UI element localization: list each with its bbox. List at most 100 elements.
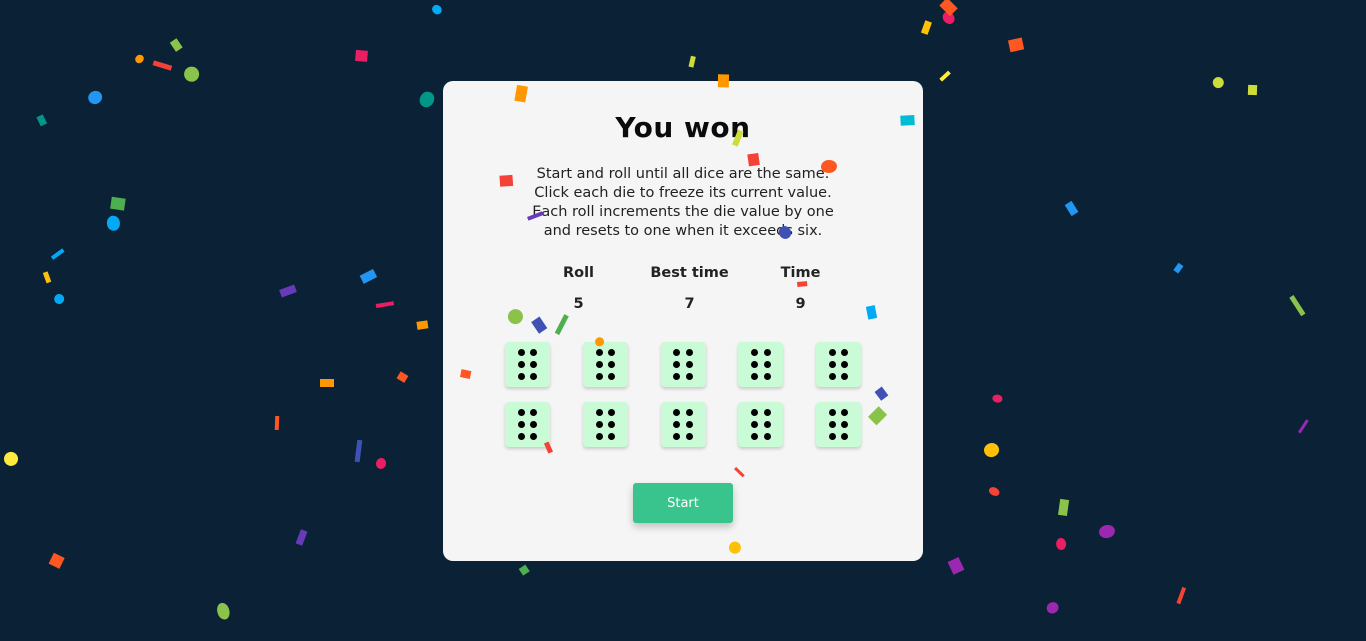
die-pip <box>595 372 603 380</box>
game-card: You won Start and roll until all dice ar… <box>443 81 923 561</box>
die-pip <box>608 349 615 357</box>
die-pip <box>608 372 615 380</box>
die-pip <box>763 432 771 440</box>
die-9[interactable] <box>738 402 784 447</box>
die-pip <box>751 420 758 428</box>
die-pip <box>595 409 603 417</box>
confetti-piece <box>947 556 964 575</box>
instruction-line: and resets to one when it exceeds six. <box>543 223 823 239</box>
start-button[interactable]: Start <box>633 483 733 523</box>
confetti-piece <box>359 268 378 284</box>
die-pip <box>841 349 849 357</box>
die-pip <box>608 432 615 440</box>
die-pip <box>751 360 758 368</box>
die-6[interactable] <box>505 402 550 447</box>
die-pip <box>595 360 603 368</box>
stat-time: Time 9 <box>745 263 856 314</box>
die-pip <box>763 360 771 368</box>
die-pip <box>673 409 681 417</box>
confetti-piece <box>1058 498 1069 516</box>
die-pip <box>608 420 615 428</box>
confetti-piece <box>43 271 52 284</box>
die-pip <box>530 409 538 417</box>
confetti-piece <box>355 439 363 462</box>
confetti-piece <box>988 486 1001 498</box>
confetti-piece <box>183 65 201 83</box>
die-pip <box>841 409 849 417</box>
die-pip <box>517 432 525 440</box>
confetti-piece <box>1289 295 1306 317</box>
stat-label-best-time: Best time <box>650 265 729 281</box>
die-pip <box>673 360 681 368</box>
confetti-piece <box>415 319 428 330</box>
confetti-piece <box>938 0 958 17</box>
die-pip <box>763 409 771 417</box>
confetti-piece <box>169 38 183 52</box>
die-5[interactable] <box>816 342 861 387</box>
confetti-piece <box>49 553 65 569</box>
die-pip <box>673 372 681 380</box>
die-2[interactable] <box>582 342 628 387</box>
die-pip <box>763 420 771 428</box>
die-pip <box>608 409 615 417</box>
die-pip <box>828 372 836 380</box>
stat-label-roll: Roll <box>562 265 595 281</box>
confetti-piece <box>50 248 64 260</box>
instructions: Start and roll until all dice are the sa… <box>503 165 863 241</box>
instruction-line: Each roll increments the die value by on… <box>532 204 834 220</box>
confetti-piece <box>279 284 298 298</box>
instruction-line: Click each die to freeze its current val… <box>534 185 832 201</box>
die-pip <box>828 409 836 417</box>
die-pip <box>517 349 525 357</box>
die-3[interactable] <box>660 342 706 387</box>
die-10[interactable] <box>816 402 861 447</box>
die-pip <box>595 349 603 357</box>
die-pip <box>841 432 849 440</box>
stats-panel: Roll 5 Best time 7 Time 9 <box>523 263 856 314</box>
die-pip <box>517 409 525 417</box>
die-pip <box>841 360 849 368</box>
die-1[interactable] <box>505 342 550 387</box>
die-pip <box>517 420 525 428</box>
confetti-piece <box>430 2 444 16</box>
die-pip <box>530 349 538 357</box>
die-7[interactable] <box>582 402 628 447</box>
die-8[interactable] <box>660 402 706 447</box>
die-pip <box>841 420 849 428</box>
confetti-piece <box>1210 74 1226 90</box>
die-pip <box>530 420 538 428</box>
confetti-piece <box>106 214 121 231</box>
die-pip <box>530 372 538 380</box>
confetti-piece <box>355 49 368 63</box>
confetti-piece <box>1176 586 1187 605</box>
die-pip <box>828 349 836 357</box>
instruction-line: Start and roll until all dice are the sa… <box>536 166 830 182</box>
die-pip <box>763 349 771 357</box>
confetti-piece <box>86 88 105 107</box>
die-pip <box>673 420 681 428</box>
die-4[interactable] <box>738 342 784 387</box>
stat-roll: Roll 5 <box>523 263 634 314</box>
confetti-piece <box>1173 262 1184 275</box>
die-pip <box>685 409 693 417</box>
confetti-piece <box>396 371 409 384</box>
die-pip <box>828 432 836 440</box>
die-pip <box>751 372 758 380</box>
confetti-piece <box>215 601 232 621</box>
confetti-piece <box>938 70 951 82</box>
die-pip <box>685 360 693 368</box>
confetti-piece <box>688 55 696 68</box>
game-title: You won <box>615 111 751 144</box>
confetti-piece <box>981 441 1001 460</box>
confetti-piece <box>1298 419 1309 434</box>
die-pip <box>751 409 758 417</box>
die-pip <box>828 360 836 368</box>
die-pip <box>673 349 681 357</box>
confetti-piece <box>319 379 335 388</box>
die-pip <box>685 420 693 428</box>
confetti-piece <box>1044 599 1061 616</box>
confetti-piece <box>295 529 308 546</box>
confetti-piece <box>920 20 932 35</box>
confetti-piece <box>375 301 394 308</box>
die-pip <box>828 420 836 428</box>
